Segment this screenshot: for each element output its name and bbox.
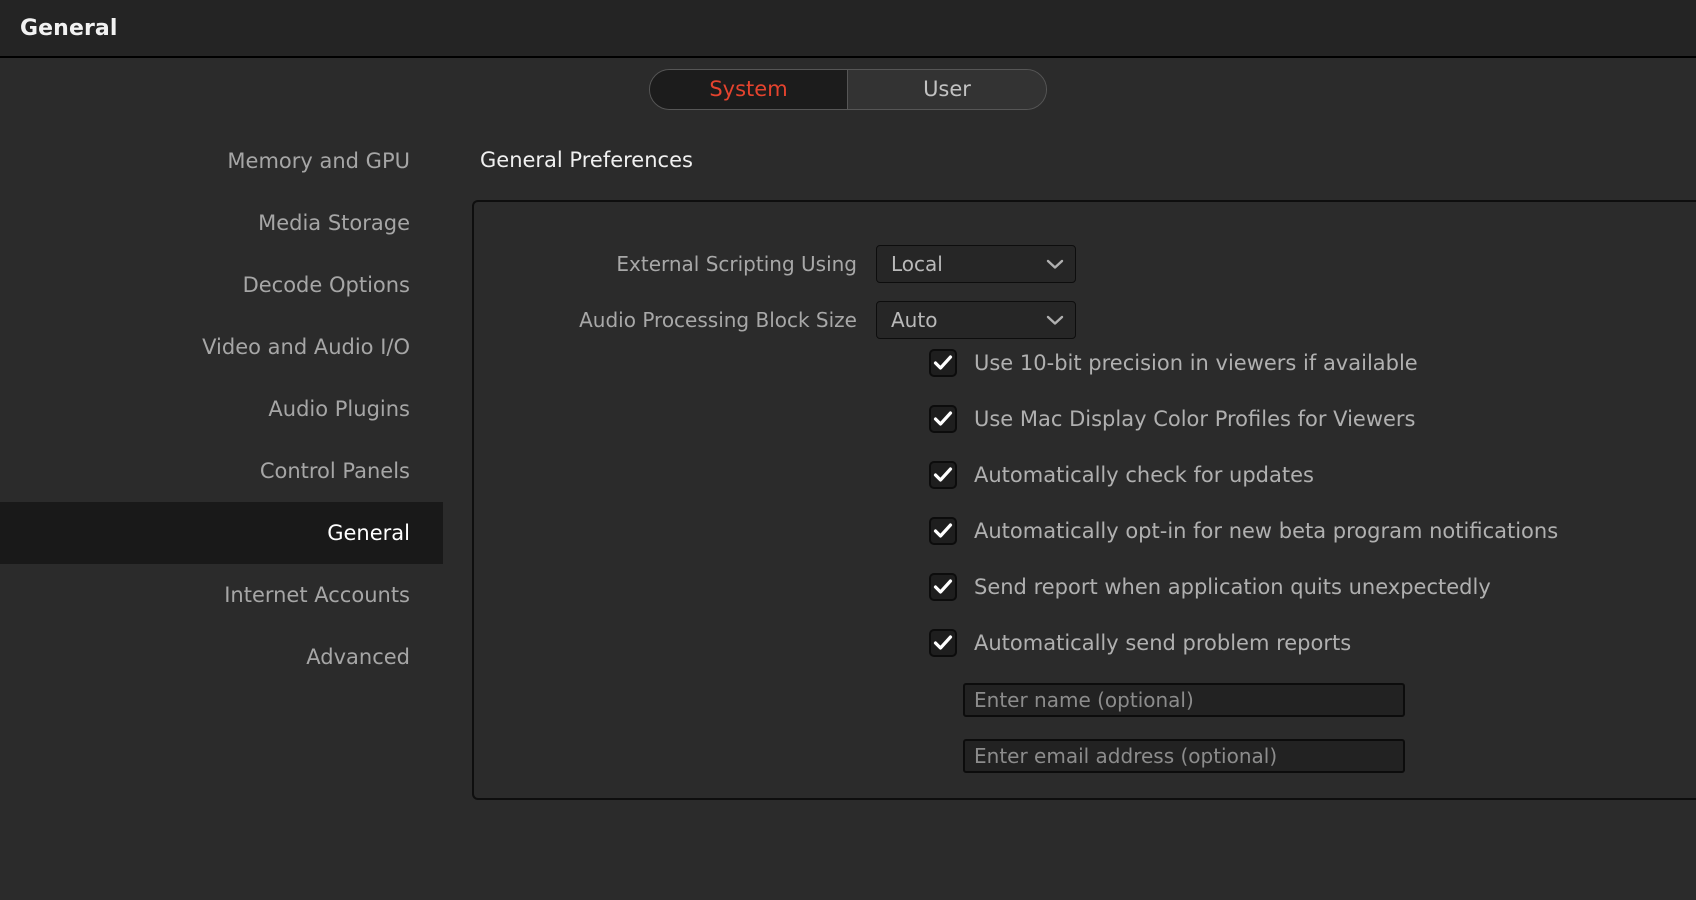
external-scripting-dropdown[interactable]: Local — [876, 245, 1076, 283]
checkbox-row-send-problem-reports[interactable]: Automatically send problem reports — [929, 629, 1351, 657]
checkbox-mac-display-color-profiles[interactable] — [929, 405, 957, 433]
audio-block-size-dropdown[interactable]: Auto — [876, 301, 1076, 339]
checkbox-10bit-precision[interactable] — [929, 349, 957, 377]
title-bar: General — [0, 0, 1696, 58]
name-field-wrapper[interactable] — [963, 683, 1405, 717]
external-scripting-value: Local — [891, 252, 943, 276]
checkbox-beta-program-opt-in[interactable] — [929, 517, 957, 545]
sidebar-item-label: Decode Options — [242, 273, 410, 297]
check-icon — [933, 579, 953, 594]
audio-block-size-value: Auto — [891, 308, 938, 332]
page-title: General — [20, 15, 118, 41]
check-icon — [933, 355, 953, 370]
sidebar-item-label: General — [327, 521, 410, 545]
name-input[interactable] — [974, 688, 1403, 712]
checkbox-row-check-for-updates[interactable]: Automatically check for updates — [929, 461, 1314, 489]
sidebar: Memory and GPU Media Storage Decode Opti… — [0, 130, 443, 770]
content-area: General Preferences External Scripting U… — [443, 130, 1696, 830]
email-input[interactable] — [974, 744, 1403, 768]
checkbox-label: Send report when application quits unexp… — [974, 575, 1491, 599]
sidebar-item-media-storage[interactable]: Media Storage — [0, 192, 443, 254]
email-field-wrapper[interactable] — [963, 739, 1405, 773]
section-heading: General Preferences — [480, 148, 693, 172]
tab-user[interactable]: User — [848, 69, 1046, 109]
tab-user-label: User — [923, 77, 971, 101]
external-scripting-label: External Scripting Using — [616, 252, 857, 276]
tab-bar: System User — [0, 58, 1696, 120]
checkbox-label: Automatically opt-in for new beta progra… — [974, 519, 1559, 543]
sidebar-item-label: Memory and GPU — [227, 149, 410, 173]
check-icon — [933, 411, 953, 426]
tab-system-label: System — [709, 77, 788, 101]
sidebar-item-label: Video and Audio I/O — [202, 335, 410, 359]
segmented-control: System User — [649, 68, 1047, 110]
checkbox-label: Use 10-bit precision in viewers if avail… — [974, 351, 1418, 375]
sidebar-item-label: Advanced — [306, 645, 410, 669]
check-icon — [933, 467, 953, 482]
sidebar-item-control-panels[interactable]: Control Panels — [0, 440, 443, 502]
checkbox-row-mac-display-color-profiles[interactable]: Use Mac Display Color Profiles for Viewe… — [929, 405, 1416, 433]
checkbox-label: Automatically send problem reports — [974, 631, 1352, 655]
sidebar-item-memory-and-gpu[interactable]: Memory and GPU — [0, 130, 443, 192]
checkbox-label: Automatically check for updates — [974, 463, 1314, 487]
checkbox-row-send-crash-report[interactable]: Send report when application quits unexp… — [929, 573, 1491, 601]
audio-block-size-row: Audio Processing Block Size Auto — [456, 301, 1076, 339]
checkbox-send-problem-reports[interactable] — [929, 629, 957, 657]
check-icon — [933, 523, 953, 538]
general-preferences-panel: External Scripting Using Local Audio Pro… — [472, 200, 1696, 800]
chevron-down-icon — [1046, 311, 1064, 330]
sidebar-item-advanced[interactable]: Advanced — [0, 626, 443, 688]
tab-system[interactable]: System — [650, 69, 848, 109]
chevron-down-icon — [1046, 255, 1064, 274]
checkbox-send-crash-report[interactable] — [929, 573, 957, 601]
sidebar-item-audio-plugins[interactable]: Audio Plugins — [0, 378, 443, 440]
check-icon — [933, 635, 953, 650]
preferences-window: General System User Memory and GPU Media… — [0, 0, 1696, 900]
sidebar-item-internet-accounts[interactable]: Internet Accounts — [0, 564, 443, 626]
audio-block-size-label: Audio Processing Block Size — [579, 308, 857, 332]
sidebar-item-general[interactable]: General — [0, 502, 443, 564]
external-scripting-row: External Scripting Using Local — [456, 245, 1076, 283]
sidebar-item-decode-options[interactable]: Decode Options — [0, 254, 443, 316]
checkbox-row-beta-program-opt-in[interactable]: Automatically opt-in for new beta progra… — [929, 517, 1558, 545]
sidebar-item-video-and-audio-io[interactable]: Video and Audio I/O — [0, 316, 443, 378]
sidebar-item-label: Media Storage — [258, 211, 410, 235]
checkbox-check-for-updates[interactable] — [929, 461, 957, 489]
checkbox-row-10bit-precision[interactable]: Use 10-bit precision in viewers if avail… — [929, 349, 1418, 377]
sidebar-item-label: Internet Accounts — [224, 583, 410, 607]
sidebar-item-label: Control Panels — [259, 459, 410, 483]
sidebar-item-label: Audio Plugins — [268, 397, 410, 421]
checkbox-label: Use Mac Display Color Profiles for Viewe… — [974, 407, 1416, 431]
